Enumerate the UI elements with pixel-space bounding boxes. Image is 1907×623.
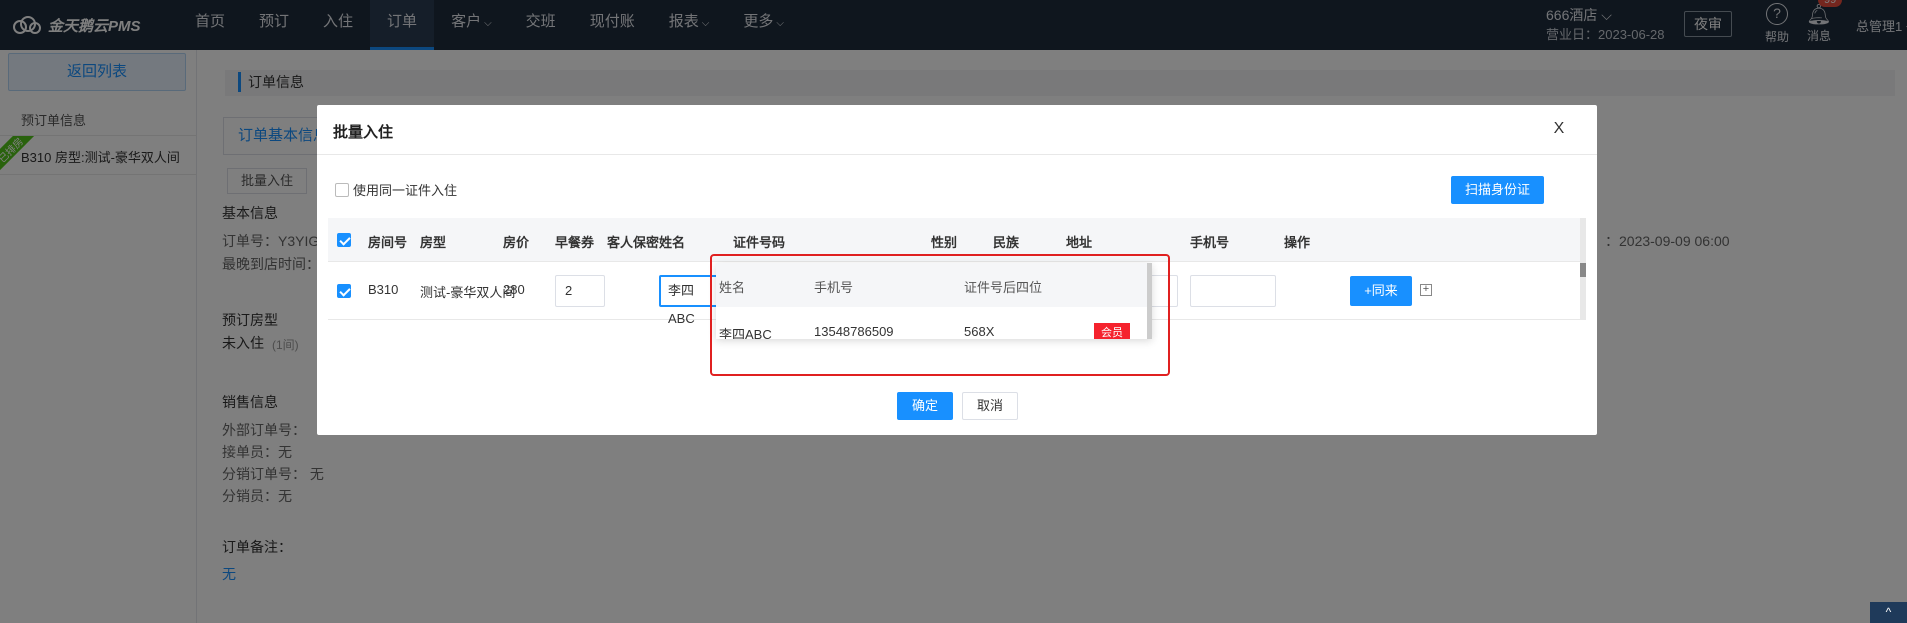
close-icon[interactable]: X (1547, 117, 1571, 141)
scrollbar-thumb[interactable] (1580, 263, 1586, 277)
col-phone: 手机号 (1190, 235, 1230, 250)
confirm-button[interactable]: 确定 (897, 392, 953, 420)
room-type: 测试-豪华双人间 (420, 285, 516, 300)
col-address: 地址 (1066, 235, 1093, 250)
col-room-no: 房间号 (368, 235, 408, 250)
same-id-checkbox[interactable]: 使用同一证件入住 (335, 180, 457, 199)
table-scrollbar[interactable] (1580, 218, 1586, 320)
dialog-header: 批量入住 X (317, 105, 1597, 155)
cancel-button[interactable]: 取消 (962, 392, 1018, 420)
breakfast-input[interactable]: 2 (555, 275, 605, 307)
scan-id-card-button[interactable]: 扫描身份证 (1451, 176, 1544, 204)
select-all-checkbox[interactable] (337, 233, 351, 247)
room-price: 280 (503, 282, 525, 297)
same-id-label: 使用同一证件入住 (353, 183, 458, 198)
col-breakfast: 早餐券 (555, 235, 595, 250)
col-id-number: 证件号码 (733, 235, 786, 250)
expand-icon[interactable]: + (1420, 284, 1432, 296)
col-gender: 性别 (931, 235, 958, 250)
col-ethnicity: 民族 (993, 235, 1020, 250)
back-to-top-button[interactable]: ^ (1870, 602, 1907, 623)
row-checkbox[interactable] (337, 284, 351, 298)
dialog-title: 批量入住 (333, 124, 394, 141)
col-name: 姓名 (659, 235, 686, 250)
col-actions: 操作 (1284, 235, 1311, 250)
col-confidential: 客人保密 (607, 235, 660, 250)
add-companion-button[interactable]: +同来 (1350, 276, 1412, 306)
room-number: B310 (368, 282, 399, 297)
highlight-box (710, 254, 1170, 376)
phone-input[interactable] (1190, 275, 1276, 307)
checkbox-icon (335, 182, 349, 197)
col-room-type: 房型 (420, 235, 447, 250)
col-price: 房价 (503, 235, 530, 250)
